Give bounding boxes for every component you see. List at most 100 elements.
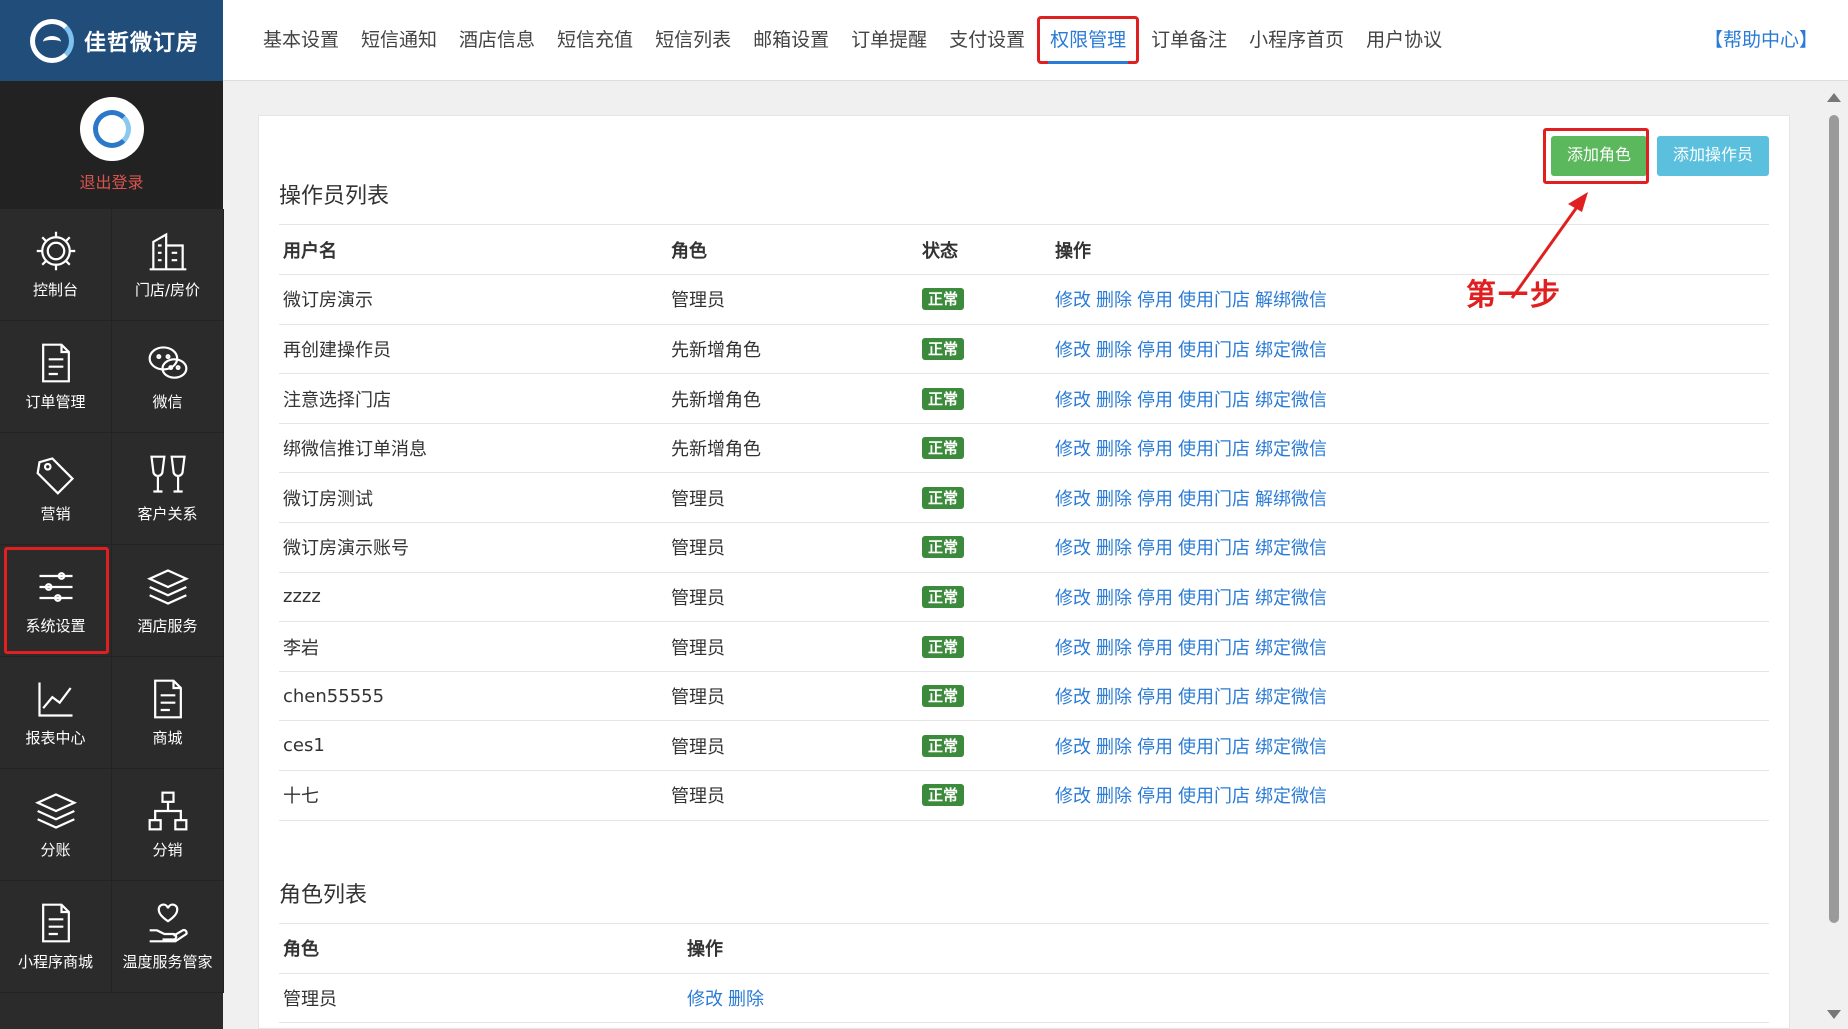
op-link[interactable]: 修改	[1055, 538, 1091, 559]
tab-basic-settings[interactable]: 基本设置	[263, 16, 339, 64]
sidebar-item-marketing[interactable]: 营销	[0, 433, 112, 545]
tab-user-agreement[interactable]: 用户协议	[1366, 16, 1442, 64]
scroll-up-icon[interactable]	[1827, 93, 1841, 102]
op-link[interactable]: 解绑微信	[1255, 290, 1327, 311]
op-link[interactable]: 删除	[1096, 786, 1132, 807]
op-link[interactable]: 删除	[1096, 638, 1132, 659]
op-link[interactable]: 修改	[1055, 439, 1091, 460]
op-link[interactable]: 使用门店	[1178, 786, 1250, 807]
op-link[interactable]: 停用	[1137, 737, 1173, 758]
tab-hotel-info[interactable]: 酒店信息	[459, 16, 535, 64]
op-link[interactable]: 删除	[1096, 390, 1132, 411]
op-link[interactable]: 使用门店	[1178, 638, 1250, 659]
sidebar-item-label: 客户关系	[137, 505, 198, 523]
cell-actions: 修改 删除 停用 使用门店 绑定微信	[1051, 324, 1769, 375]
op-link[interactable]: 停用	[1137, 290, 1173, 311]
op-link[interactable]: 使用门店	[1178, 489, 1250, 510]
tab-sms-notify[interactable]: 短信通知	[361, 16, 437, 64]
op-link[interactable]: 删除	[1096, 687, 1132, 708]
sidebar-item-distribution[interactable]: 分销	[112, 769, 224, 881]
scroll-thumb[interactable]	[1829, 115, 1839, 923]
cell-role: 先新增角色	[667, 324, 918, 375]
op-link[interactable]: 绑定微信	[1255, 538, 1327, 559]
op-link[interactable]: 绑定微信	[1255, 638, 1327, 659]
op-link[interactable]: 停用	[1137, 439, 1173, 460]
layers-icon	[146, 569, 189, 605]
sidebar-item-mini-mall[interactable]: 小程序商城	[0, 881, 112, 993]
sidebar-item-label: 分账	[40, 841, 71, 859]
op-link[interactable]: 绑定微信	[1255, 786, 1327, 807]
tab-sms-recharge[interactable]: 短信充值	[557, 16, 633, 64]
sidebar-item-mall[interactable]: 商城	[112, 657, 224, 769]
op-link[interactable]: 使用门店	[1178, 737, 1250, 758]
op-link[interactable]: 删除	[728, 989, 764, 1010]
help-center-link[interactable]: 【帮助中心】	[1704, 0, 1818, 81]
op-link[interactable]: 修改	[1055, 737, 1091, 758]
op-link[interactable]: 修改	[1055, 786, 1091, 807]
tab-email-settings[interactable]: 邮箱设置	[753, 16, 829, 64]
sidebar-item-crm[interactable]: 客户关系	[112, 433, 224, 545]
scroll-down-icon[interactable]	[1827, 1010, 1841, 1019]
logout-link[interactable]: 退出登录	[79, 169, 143, 193]
op-link[interactable]: 使用门店	[1178, 538, 1250, 559]
tab-payment-settings[interactable]: 支付设置	[949, 16, 1025, 64]
op-link[interactable]: 删除	[1096, 737, 1132, 758]
op-link[interactable]: 删除	[1096, 489, 1132, 510]
op-link[interactable]: 修改	[1055, 290, 1091, 311]
add-role-button[interactable]: 添加角色	[1550, 136, 1647, 176]
tab-permissions[interactable]: 权限管理	[1037, 16, 1140, 64]
op-link[interactable]: 停用	[1137, 786, 1173, 807]
op-link[interactable]: 绑定微信	[1255, 737, 1327, 758]
sidebar-item-orders[interactable]: 订单管理	[0, 321, 112, 433]
op-link[interactable]: 绑定微信	[1255, 588, 1327, 609]
tab-order-reminder[interactable]: 订单提醒	[851, 16, 927, 64]
sidebar-item-system-settings[interactable]: 系统设置	[0, 545, 112, 657]
op-link[interactable]: 使用门店	[1178, 340, 1250, 361]
sidebar-item-wechat[interactable]: 微信	[112, 321, 224, 433]
op-link[interactable]: 修改	[687, 989, 723, 1010]
op-link[interactable]: 删除	[1096, 439, 1132, 460]
op-link[interactable]: 使用门店	[1178, 290, 1250, 311]
op-link[interactable]: 停用	[1137, 638, 1173, 659]
tab-miniapp-home[interactable]: 小程序首页	[1249, 16, 1344, 64]
cell-username: 注意选择门店	[279, 373, 667, 424]
status-badge: 正常	[922, 387, 965, 410]
op-link[interactable]: 停用	[1137, 588, 1173, 609]
op-link[interactable]: 修改	[1055, 687, 1091, 708]
op-link[interactable]: 解绑微信	[1255, 489, 1327, 510]
op-link[interactable]: 使用门店	[1178, 439, 1250, 460]
sidebar-item-reports[interactable]: 报表中心	[0, 657, 112, 769]
op-link[interactable]: 删除	[1096, 588, 1132, 609]
op-link[interactable]: 修改	[1055, 489, 1091, 510]
op-link[interactable]: 停用	[1137, 489, 1173, 510]
scrollbar[interactable]	[1820, 81, 1848, 1029]
op-link[interactable]: 停用	[1137, 538, 1173, 559]
op-link[interactable]: 删除	[1096, 290, 1132, 311]
document-icon	[153, 679, 182, 719]
tab-sms-list[interactable]: 短信列表	[655, 16, 731, 64]
op-link[interactable]: 删除	[1096, 538, 1132, 559]
add-operator-button[interactable]: 添加操作员	[1656, 136, 1769, 176]
op-link[interactable]: 修改	[1055, 340, 1091, 361]
sidebar-item-service-butler[interactable]: 温度服务管家	[112, 881, 224, 993]
op-link[interactable]: 修改	[1055, 588, 1091, 609]
op-link[interactable]: 绑定微信	[1255, 340, 1327, 361]
op-link[interactable]: 绑定微信	[1255, 439, 1327, 460]
sidebar-item-split-account[interactable]: 分账	[0, 769, 112, 881]
op-link[interactable]: 停用	[1137, 340, 1173, 361]
op-link[interactable]: 使用门店	[1178, 588, 1250, 609]
status-badge: 正常	[922, 536, 965, 559]
op-link[interactable]: 删除	[1096, 340, 1132, 361]
op-link[interactable]: 停用	[1137, 687, 1173, 708]
sidebar-item-stores[interactable]: 门店/房价	[112, 209, 224, 321]
op-link[interactable]: 绑定微信	[1255, 687, 1327, 708]
op-link[interactable]: 停用	[1137, 390, 1173, 411]
op-link[interactable]: 修改	[1055, 390, 1091, 411]
op-link[interactable]: 绑定微信	[1255, 390, 1327, 411]
op-link[interactable]: 使用门店	[1178, 687, 1250, 708]
sidebar-item-dashboard[interactable]: 控制台	[0, 209, 112, 321]
tab-order-notes[interactable]: 订单备注	[1151, 16, 1227, 64]
sidebar-item-hotel-service[interactable]: 酒店服务	[112, 545, 224, 657]
op-link[interactable]: 修改	[1055, 638, 1091, 659]
op-link[interactable]: 使用门店	[1178, 390, 1250, 411]
